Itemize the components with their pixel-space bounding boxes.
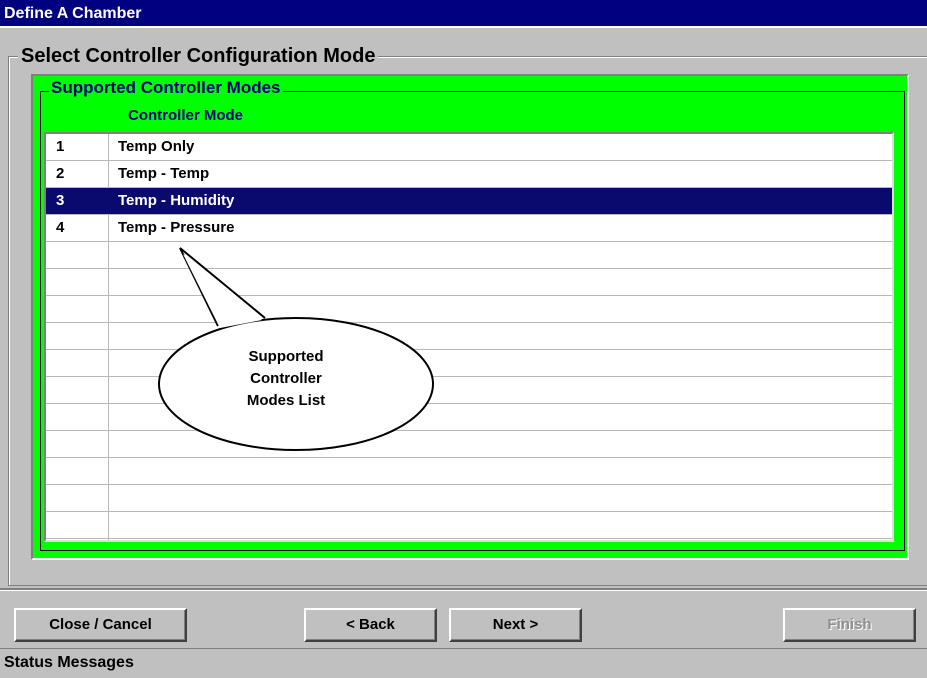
empty-row[interactable] bbox=[46, 458, 892, 485]
mode-row-number: 1 bbox=[56, 138, 65, 155]
column-header-controller-mode[interactable]: Controller Mode bbox=[128, 106, 243, 126]
mode-row-number: 3 bbox=[56, 192, 65, 209]
empty-row[interactable] bbox=[46, 377, 892, 404]
mode-row-number: 4 bbox=[56, 219, 65, 236]
supported-modes-group-label: Supported Controller Modes bbox=[49, 78, 283, 98]
status-messages: Status Messages bbox=[0, 648, 927, 678]
mode-row-number: 2 bbox=[56, 165, 65, 182]
mode-row-label: Temp Only bbox=[118, 138, 195, 155]
mode-row[interactable]: 2 Temp - Temp bbox=[46, 161, 892, 188]
callout-text: Supported Controller Modes List bbox=[216, 346, 356, 412]
empty-row[interactable] bbox=[46, 323, 892, 350]
next-button[interactable]: Next > bbox=[449, 608, 582, 642]
controller-modes-grid[interactable]: 1 Temp Only 2 Temp - Temp 3 Temp - Humidity 4 T… bbox=[44, 132, 894, 542]
back-button[interactable]: < Back bbox=[304, 608, 437, 642]
mode-row[interactable]: 3 Temp - Humidity bbox=[46, 188, 892, 215]
mode-row-label: Temp - Humidity bbox=[118, 192, 235, 209]
window-title: Define A Chamber bbox=[0, 0, 927, 28]
empty-row[interactable] bbox=[46, 431, 892, 458]
callout-line-1: Supported bbox=[248, 348, 324, 365]
mode-row[interactable]: 4 Temp - Pressure bbox=[46, 215, 892, 242]
empty-row[interactable] bbox=[46, 296, 892, 323]
mode-row-label: Temp - Temp bbox=[118, 165, 210, 182]
config-mode-group-label: Select Controller Configuration Mode bbox=[18, 45, 379, 67]
empty-row[interactable] bbox=[46, 269, 892, 296]
empty-row[interactable] bbox=[46, 242, 892, 269]
empty-row[interactable] bbox=[46, 350, 892, 377]
empty-row[interactable] bbox=[46, 512, 892, 539]
empty-row[interactable] bbox=[46, 485, 892, 512]
callout-line-3: Modes List bbox=[246, 392, 326, 409]
callout-line-2: Controller bbox=[250, 370, 322, 387]
empty-row[interactable] bbox=[46, 404, 892, 431]
close-cancel-button[interactable]: Close / Cancel bbox=[14, 608, 187, 642]
mode-row[interactable]: 1 Temp Only bbox=[46, 134, 892, 161]
finish-button[interactable]: Finish bbox=[783, 608, 916, 642]
mode-row-label: Temp - Pressure bbox=[118, 219, 235, 236]
